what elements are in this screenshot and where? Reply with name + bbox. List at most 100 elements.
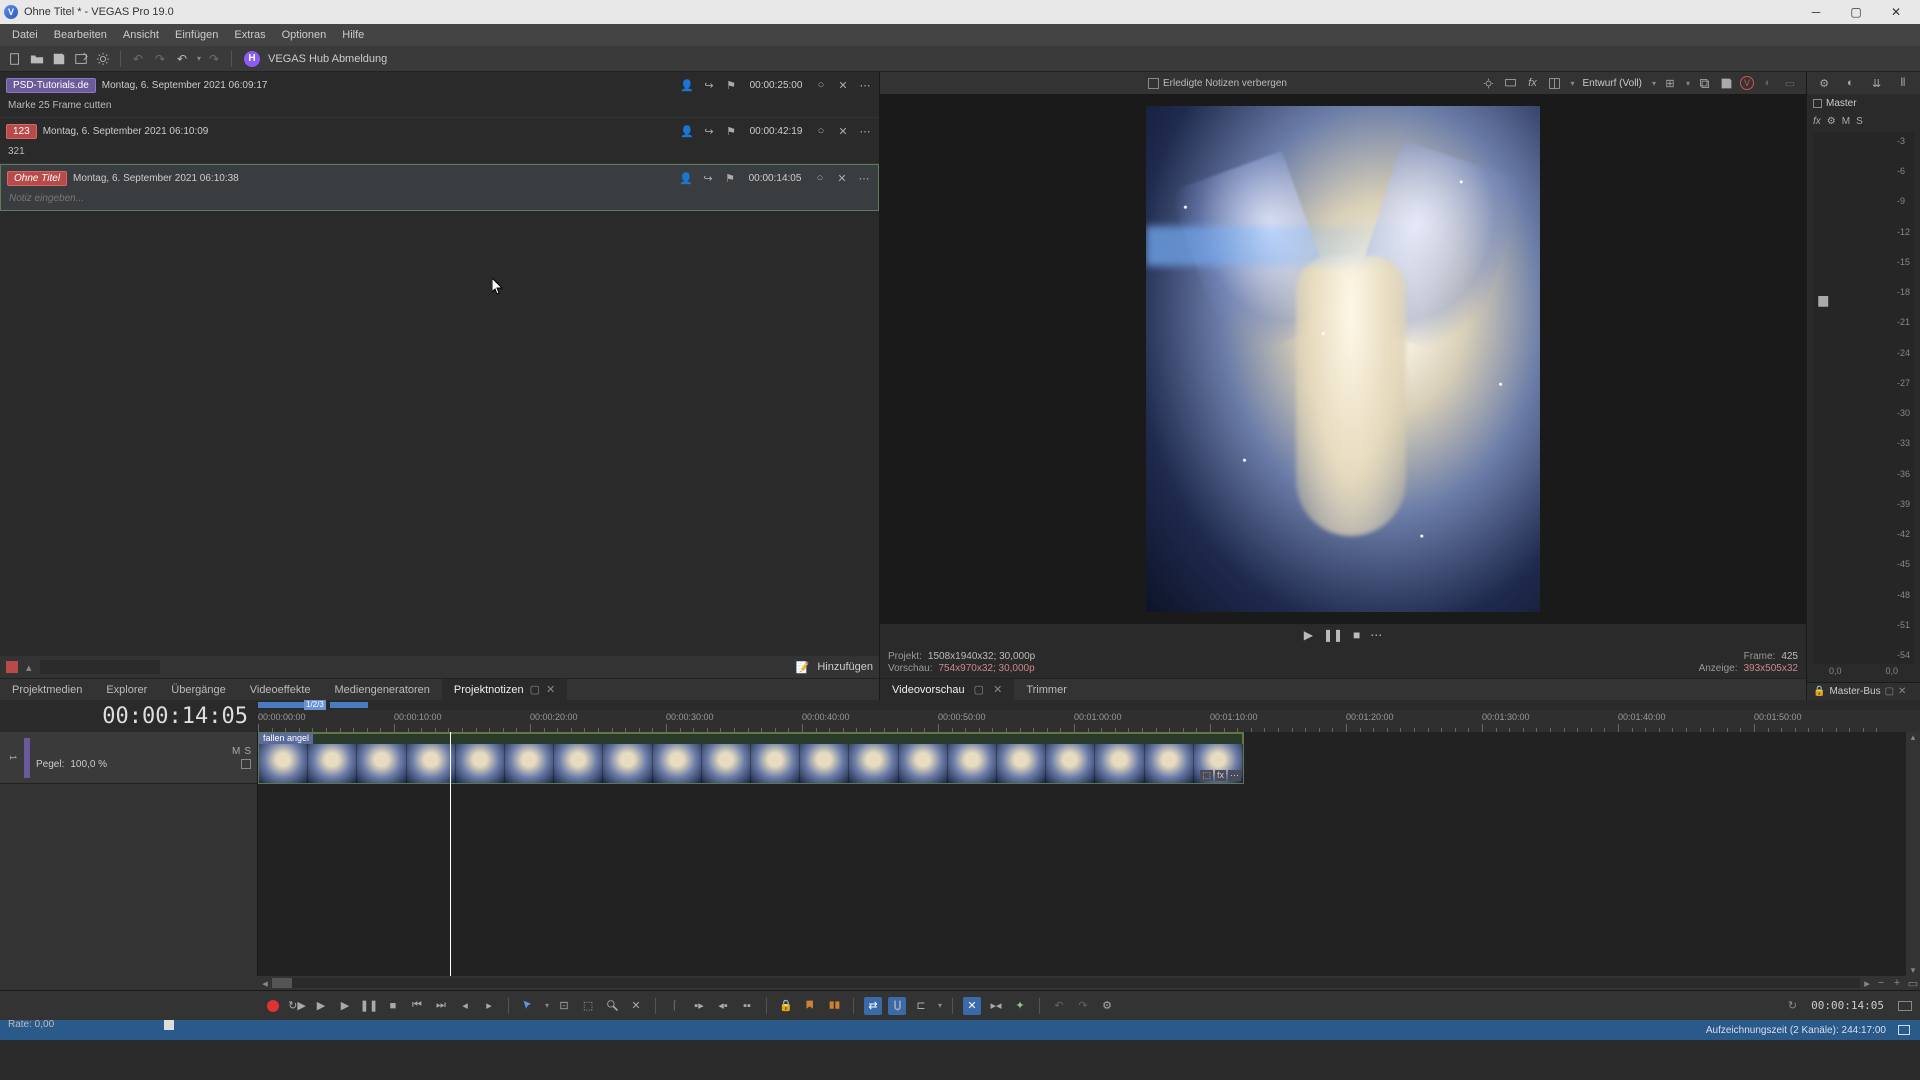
add-note-icon[interactable]: 📝 bbox=[796, 661, 810, 674]
timeline-hscroll[interactable]: ◂ ▸ − + ▭ bbox=[0, 976, 1920, 990]
snap-options-icon[interactable]: ⊏ bbox=[912, 997, 930, 1015]
note-item[interactable]: Ohne Titel Montag, 6. September 2021 06:… bbox=[0, 164, 879, 211]
track-area[interactable]: fallen angel ⬚ fx ⋯ bbox=[258, 732, 1906, 976]
redo-icon[interactable]: ↷ bbox=[151, 50, 169, 68]
trim-end-icon[interactable]: ▪▸ bbox=[690, 997, 708, 1015]
crossfade-icon[interactable]: ✕ bbox=[963, 997, 981, 1015]
zoom-in-icon[interactable]: + bbox=[1890, 977, 1904, 990]
tab-projektmedien[interactable]: Projektmedien bbox=[0, 679, 94, 701]
video-fx-icon[interactable]: fx bbox=[1524, 75, 1540, 91]
track-solo-button[interactable]: S bbox=[244, 746, 251, 757]
stop-icon[interactable]: ■ bbox=[1353, 628, 1360, 642]
record-indicator-icon[interactable]: V bbox=[1740, 76, 1754, 90]
tab-close-icon[interactable]: ✕ bbox=[546, 684, 555, 696]
note-body[interactable]: Notiz eingeben... bbox=[1, 191, 878, 210]
timeline-vscroll[interactable]: ▴ ▾ bbox=[1906, 732, 1920, 976]
maximize-button[interactable]: ▢ bbox=[1836, 0, 1876, 24]
close-button[interactable]: ✕ bbox=[1876, 0, 1916, 24]
tab-pin-icon[interactable]: ▢ bbox=[974, 684, 984, 696]
scroll-left-icon[interactable]: ◂ bbox=[258, 977, 272, 990]
tab-videoeffekte[interactable]: Videoeffekte bbox=[238, 679, 323, 701]
track-pegel-value[interactable]: 100,0 % bbox=[70, 759, 107, 770]
enable-snap-icon[interactable]: ⬚ bbox=[579, 997, 597, 1015]
master-bus-close-icon[interactable]: ✕ bbox=[1898, 686, 1906, 697]
loop-play-icon[interactable]: ↻▶ bbox=[288, 997, 306, 1015]
menu-hilfe[interactable]: Hilfe bbox=[334, 24, 372, 46]
note-timecode[interactable]: 00:00:25:00 bbox=[745, 80, 807, 91]
menu-optionen[interactable]: Optionen bbox=[274, 24, 335, 46]
event-fx-icon[interactable]: ⚙ bbox=[1098, 997, 1116, 1015]
quality-dropdown-icon[interactable]: ▾ bbox=[1652, 79, 1656, 88]
menu-bearbeiten[interactable]: Bearbeiten bbox=[46, 24, 115, 46]
video-preview-viewport[interactable] bbox=[880, 94, 1806, 624]
menu-ansicht[interactable]: Ansicht bbox=[115, 24, 167, 46]
loop-region-icon[interactable]: ↻ bbox=[1788, 999, 1797, 1012]
redo-tl-icon[interactable]: ↷ bbox=[1074, 997, 1092, 1015]
note-goto-icon[interactable]: ↪ bbox=[701, 125, 717, 138]
split-icon[interactable]: ◂▪ bbox=[714, 997, 732, 1015]
region-marker[interactable] bbox=[258, 702, 304, 708]
play-icon[interactable]: ▶ bbox=[1304, 628, 1313, 642]
master-fx-button[interactable]: fx bbox=[1813, 116, 1821, 127]
undo-tl-icon[interactable]: ↶ bbox=[1050, 997, 1068, 1015]
tab-pin-icon[interactable]: ▢ bbox=[530, 684, 540, 696]
snap-dropdown-icon[interactable]: ▾ bbox=[938, 1001, 942, 1010]
timecode-box-icon[interactable] bbox=[1898, 1001, 1912, 1011]
note-timecode[interactable]: 00:00:14:05 bbox=[744, 173, 806, 184]
prev-frame-icon[interactable]: ◂ bbox=[456, 997, 474, 1015]
tab-trimmer[interactable]: Trimmer bbox=[1014, 679, 1079, 701]
playhead[interactable] bbox=[450, 732, 451, 976]
note-goto-icon[interactable]: ↪ bbox=[701, 79, 717, 92]
more-icon[interactable]: ⋯ bbox=[1370, 628, 1382, 642]
note-color-swatch[interactable] bbox=[6, 661, 18, 673]
snap-icon[interactable] bbox=[888, 997, 906, 1015]
stop-icon[interactable]: ■ bbox=[384, 997, 402, 1015]
master-insert-icon[interactable] bbox=[1813, 99, 1822, 108]
open-icon[interactable] bbox=[28, 50, 46, 68]
preview-settings-icon[interactable] bbox=[1480, 75, 1496, 91]
scroll-right-icon[interactable]: ▸ bbox=[1860, 977, 1874, 990]
play-icon[interactable]: ▶ bbox=[336, 997, 354, 1015]
clip-crop-icon[interactable]: ⬚ bbox=[1200, 770, 1213, 781]
delete-icon[interactable]: ✕ bbox=[627, 997, 645, 1015]
track-color-icon[interactable] bbox=[24, 738, 30, 778]
tab-übergänge[interactable]: Übergänge bbox=[159, 679, 237, 701]
split-screen-icon[interactable] bbox=[1546, 75, 1562, 91]
region-icon[interactable] bbox=[825, 997, 843, 1015]
zoom-fit-icon[interactable]: ▭ bbox=[1906, 977, 1920, 990]
track-automation-icon[interactable] bbox=[241, 759, 251, 769]
undo-history-icon[interactable]: ↶ bbox=[173, 50, 191, 68]
nested-timeline-icon[interactable]: ✦ bbox=[1011, 997, 1029, 1015]
external-monitor-icon[interactable] bbox=[1502, 75, 1518, 91]
note-done-icon[interactable]: ○ bbox=[812, 172, 828, 184]
note-user-icon[interactable]: 👤 bbox=[679, 125, 695, 138]
master-mute-button[interactable]: M bbox=[1842, 116, 1850, 127]
note-item[interactable]: PSD-Tutorials.de Montag, 6. September 20… bbox=[0, 72, 879, 118]
next-frame-icon[interactable]: ▸ bbox=[480, 997, 498, 1015]
undo-dropdown-icon[interactable]: ▾ bbox=[197, 54, 201, 63]
pause-icon[interactable]: ❚❚ bbox=[1323, 628, 1343, 642]
save-snapshot-icon[interactable] bbox=[1718, 75, 1734, 91]
marker-icon[interactable] bbox=[801, 997, 819, 1015]
note-delete-icon[interactable]: ✕ bbox=[835, 125, 851, 138]
adjust-icon[interactable]: ◐ bbox=[1760, 75, 1776, 91]
normal-edit-tool-icon[interactable] bbox=[519, 997, 537, 1015]
master-settings-icon[interactable]: ⚙ bbox=[1816, 75, 1832, 91]
master-sliders-icon[interactable]: ⫴ bbox=[1895, 75, 1911, 91]
note-timecode[interactable]: 00:00:42:19 bbox=[745, 126, 807, 137]
note-done-icon[interactable]: ○ bbox=[813, 125, 829, 137]
master-bus-tab[interactable]: 🔒 Master-Bus ▢ ✕ bbox=[1807, 682, 1920, 700]
menu-extras[interactable]: Extras bbox=[226, 24, 273, 46]
lock-icon[interactable]: 🔒 bbox=[777, 997, 795, 1015]
note-goto-icon[interactable]: ↪ bbox=[700, 172, 716, 185]
color-dropdown-icon[interactable]: ▴ bbox=[26, 661, 32, 674]
tool-dropdown-icon[interactable]: ▾ bbox=[545, 1001, 549, 1010]
new-project-icon[interactable] bbox=[6, 50, 24, 68]
undo-icon[interactable]: ↶ bbox=[129, 50, 147, 68]
note-delete-icon[interactable]: ✕ bbox=[835, 79, 851, 92]
note-more-icon[interactable]: ⋯ bbox=[857, 125, 873, 138]
master-bus-pin-icon[interactable]: ▢ bbox=[1885, 686, 1894, 697]
clip-fx-icon[interactable]: fx bbox=[1215, 770, 1226, 781]
scroll-thumb[interactable] bbox=[272, 978, 292, 988]
bottom-timecode[interactable]: 00:00:14:05 bbox=[1811, 999, 1884, 1012]
